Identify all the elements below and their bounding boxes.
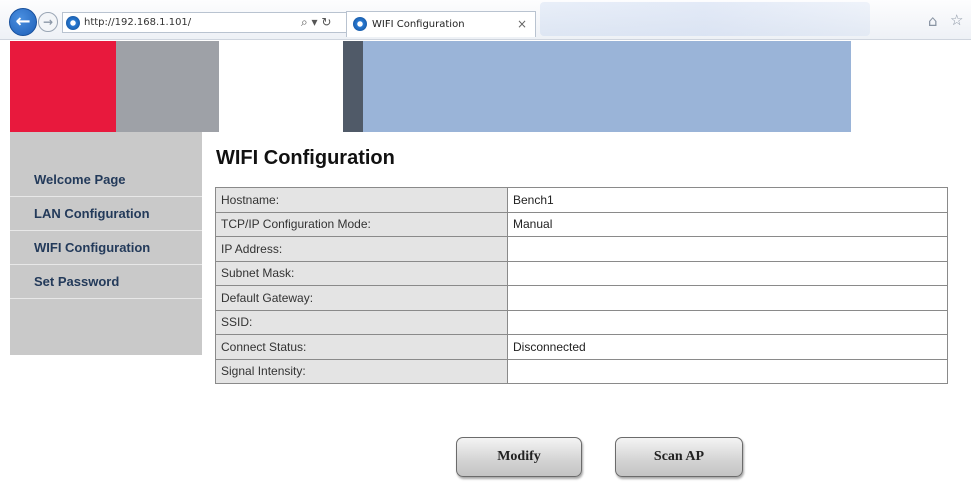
row-value <box>507 309 948 335</box>
table-row-hostname: Hostname: Bench1 <box>215 187 948 213</box>
wifi-info-table: Hostname: Bench1 TCP/IP Configuration Mo… <box>215 187 948 384</box>
ie-page-icon <box>66 16 80 30</box>
row-label: Connect Status: <box>215 334 508 360</box>
row-label: SSID: <box>215 309 508 335</box>
address-url[interactable]: http://192.168.1.101/ <box>84 16 191 30</box>
row-value: Bench1 <box>507 187 948 213</box>
table-row-tcpip-mode: TCP/IP Configuration Mode: Manual <box>215 211 948 237</box>
row-value: Disconnected <box>507 334 948 360</box>
sidebar-item-welcome-page[interactable]: Welcome Page <box>10 164 202 197</box>
page-title: WIFI Configuration <box>216 147 395 169</box>
row-label: Default Gateway: <box>215 285 508 311</box>
table-row-ssid: SSID: <box>215 309 948 335</box>
back-arrow-icon[interactable]: ← <box>9 8 37 36</box>
search-refresh-icons[interactable]: ⌕ ▾ ↻ <box>301 15 331 30</box>
toolbar-background-decoration <box>540 2 870 36</box>
table-row-ip-address: IP Address: <box>215 236 948 262</box>
banner-blue-block <box>363 41 851 132</box>
row-value <box>507 236 948 262</box>
browser-toolbar: ← → http://192.168.1.101/ ⌕ ▾ ↻ WIFI Con… <box>0 0 971 40</box>
table-row-default-gateway: Default Gateway: <box>215 285 948 311</box>
favorites-star-icon[interactable]: ☆ <box>950 11 963 29</box>
row-value: Manual <box>507 211 948 237</box>
banner-gray-block <box>116 41 219 132</box>
row-value <box>507 285 948 311</box>
banner-dark-block <box>343 41 363 132</box>
modify-button[interactable]: Modify <box>456 437 582 477</box>
sidebar-item-set-password[interactable]: Set Password <box>10 266 202 299</box>
row-value <box>507 358 948 384</box>
table-row-signal-intensity: Signal Intensity: <box>215 358 948 384</box>
tab-title: WIFI Configuration <box>372 19 465 30</box>
scan-ap-button[interactable]: Scan AP <box>615 437 743 477</box>
banner-red-block <box>10 41 116 132</box>
address-bar[interactable]: http://192.168.1.101/ ⌕ ▾ ↻ <box>62 12 362 33</box>
table-row-subnet-mask: Subnet Mask: <box>215 260 948 286</box>
forward-arrow-icon[interactable]: → <box>38 12 58 32</box>
tab-close-icon[interactable]: × <box>517 17 527 31</box>
sidebar-item-lan-configuration[interactable]: LAN Configuration <box>10 198 202 231</box>
tab-wifi-configuration[interactable]: WIFI Configuration × <box>346 11 536 37</box>
row-label: Subnet Mask: <box>215 260 508 286</box>
row-label: TCP/IP Configuration Mode: <box>215 211 508 237</box>
row-label: Hostname: <box>215 187 508 213</box>
row-value <box>507 260 948 286</box>
ie-tab-icon <box>353 17 367 31</box>
sidebar-item-wifi-configuration[interactable]: WIFI Configuration <box>10 232 202 265</box>
row-label: IP Address: <box>215 236 508 262</box>
table-row-connect-status: Connect Status: Disconnected <box>215 334 948 360</box>
row-label: Signal Intensity: <box>215 358 508 384</box>
sidebar-nav: Welcome Page LAN Configuration WIFI Conf… <box>10 132 202 355</box>
home-icon[interactable]: ⌂ <box>928 12 938 30</box>
